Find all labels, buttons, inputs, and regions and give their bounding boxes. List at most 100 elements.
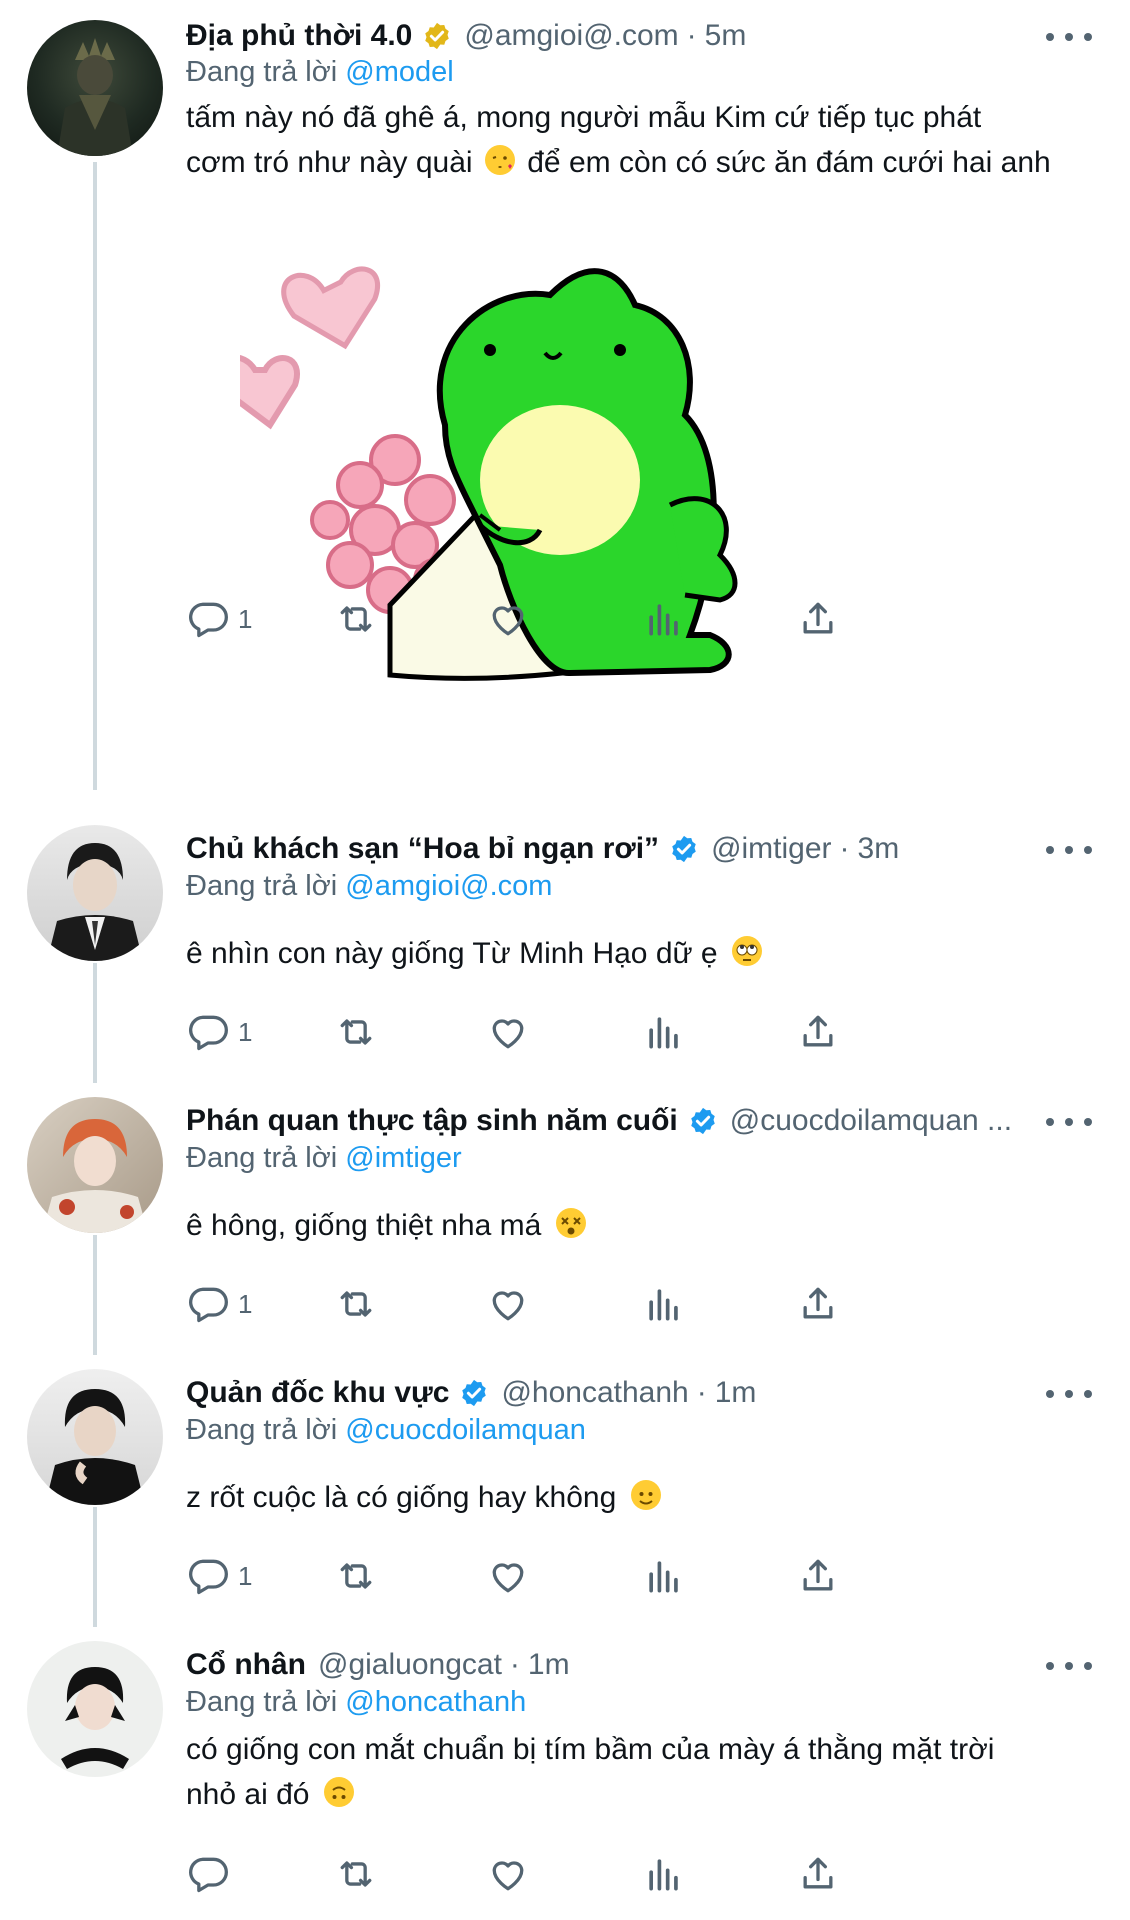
more-options-icon[interactable] [1046, 1379, 1092, 1409]
views-button[interactable] [642, 1280, 686, 1328]
thread-connector [93, 1235, 97, 1355]
rolling-eyes-face-icon [731, 936, 762, 966]
handle[interactable]: @cuocdoilamquan ... [730, 1104, 1012, 1138]
like-button[interactable] [486, 1280, 530, 1328]
tweet-text: z rốt cuộc là có giống hay không [186, 1475, 1096, 1520]
like-button[interactable] [486, 595, 530, 643]
tweet-1[interactable]: Địa phủ thời 4.0 @amgioi@.com · 5m Đang … [0, 0, 1130, 790]
views-button[interactable] [642, 1552, 686, 1600]
more-options-icon[interactable] [1046, 835, 1092, 865]
text-line: tấm này nó đã ghê á, mong người mẫu Kim … [186, 101, 982, 134]
like-button[interactable] [486, 1552, 530, 1600]
mention-link[interactable]: @imtiger [345, 1142, 461, 1174]
share-button[interactable] [796, 1552, 840, 1600]
replying-to: Đang trả lời @amgioi@.com [186, 870, 552, 903]
views-button[interactable] [642, 595, 686, 643]
views-button[interactable] [642, 1850, 686, 1898]
replying-prefix: Đang trả lời [186, 1414, 338, 1446]
views-icon [649, 1561, 678, 1593]
reply-button[interactable]: 1 [186, 1280, 252, 1328]
avatar[interactable] [27, 825, 163, 961]
tweet-5[interactable]: Cổ nhân @gialuongcat · 1m Đang trả lời @… [0, 1629, 1130, 1920]
replying-to: Đang trả lời @honcathanh [186, 1686, 526, 1719]
retweet-icon [340, 1291, 372, 1317]
handle[interactable]: @imtiger [711, 832, 831, 866]
reply-count: 1 [238, 1016, 253, 1047]
display-name[interactable]: Phán quan thực tập sinh năm cuối [186, 1104, 678, 1138]
reply-icon [189, 602, 228, 638]
tweet-3[interactable]: Phán quan thực tập sinh năm cuối @cuocdo… [0, 1085, 1130, 1355]
timestamp[interactable]: 5m [705, 19, 747, 53]
share-icon [803, 1287, 833, 1319]
share-icon [803, 1015, 833, 1047]
views-icon [649, 604, 678, 636]
more-options-icon[interactable] [1046, 1651, 1092, 1681]
mention-link[interactable]: @amgioi@.com [345, 870, 552, 902]
tweet-2[interactable]: Chủ khách sạn “Hoa bỉ ngạn rơi” @imtiger… [0, 813, 1130, 1083]
like-icon [492, 606, 524, 636]
text-line: cơm tró như này quài để em còn có sức ăn… [186, 145, 1051, 179]
tweet-actions [186, 1850, 1006, 1898]
display-name[interactable]: Chủ khách sạn “Hoa bỉ ngạn rơi” [186, 832, 659, 866]
tweet-actions: 1 [186, 1280, 1006, 1328]
mention-link[interactable]: @cuocdoilamquan [345, 1414, 586, 1446]
share-button[interactable] [796, 1008, 840, 1056]
tweet-4[interactable]: Quản đốc khu vực @honcathanh · 1m Đang t… [0, 1357, 1130, 1627]
more-options-icon[interactable] [1046, 1107, 1092, 1137]
share-icon [803, 1857, 833, 1889]
views-button[interactable] [642, 1008, 686, 1056]
more-options-icon[interactable] [1046, 22, 1092, 52]
tweet-actions: 1 [186, 1552, 1006, 1600]
handle[interactable]: @gialuongcat [318, 1648, 502, 1682]
mention-link[interactable]: @honcathanh [345, 1686, 526, 1718]
reply-icon [189, 1559, 228, 1595]
retweet-icon [340, 1563, 372, 1589]
retweet-button[interactable] [334, 595, 378, 643]
retweet-button[interactable] [334, 1280, 378, 1328]
separator-dot: · [686, 19, 697, 52]
reply-count: 1 [238, 1288, 253, 1319]
views-icon [649, 1017, 678, 1049]
thread-connector [93, 162, 97, 790]
display-name[interactable]: Quản đốc khu vực [186, 1376, 449, 1410]
avatar[interactable] [27, 20, 163, 156]
avatar[interactable] [27, 1369, 163, 1505]
share-button[interactable] [796, 595, 840, 643]
reply-button[interactable]: 1 [186, 1008, 252, 1056]
slightly-smiling-face-icon [630, 1480, 661, 1510]
like-icon [492, 1291, 524, 1321]
reply-button[interactable] [186, 1850, 238, 1898]
retweet-button[interactable] [334, 1008, 378, 1056]
display-name[interactable]: Cổ nhân [186, 1648, 306, 1682]
timestamp[interactable]: 1m [715, 1376, 757, 1410]
separator-dot: · [509, 1648, 520, 1681]
blue-verified-badge-icon [462, 1379, 487, 1407]
text-line: nhỏ ai đó [186, 1772, 1096, 1817]
avatar[interactable] [27, 1641, 163, 1777]
retweet-button[interactable] [334, 1850, 378, 1898]
timestamp[interactable]: 1m [528, 1648, 570, 1682]
share-button[interactable] [796, 1280, 840, 1328]
reply-button[interactable]: 1 [186, 595, 252, 643]
retweet-icon [340, 1861, 372, 1887]
mention-link[interactable]: @model [345, 56, 453, 88]
display-name[interactable]: Địa phủ thời 4.0 [186, 19, 412, 53]
tweet-actions: 1 [186, 1008, 1006, 1056]
frog-with-flowers-sticker[interactable] [240, 245, 920, 735]
handle[interactable]: @honcathanh [501, 1376, 688, 1410]
timestamp[interactable]: 3m [858, 832, 900, 866]
avatar[interactable] [27, 1097, 163, 1233]
like-button[interactable] [486, 1008, 530, 1056]
gold-verified-badge-icon [425, 22, 450, 50]
handle[interactable]: @amgioi@.com [464, 19, 678, 53]
like-button[interactable] [486, 1850, 530, 1898]
retweet-button[interactable] [334, 1552, 378, 1600]
tweet-header: Cổ nhân @gialuongcat · 1m [186, 1643, 570, 1687]
share-button[interactable] [796, 1850, 840, 1898]
replying-to: Đang trả lời @model [186, 56, 454, 89]
like-icon [492, 1861, 524, 1891]
reply-button[interactable]: 1 [186, 1552, 252, 1600]
text-line: có giống con mắt chuẩn bị tím bầm của mà… [186, 1733, 995, 1766]
thread-connector [93, 1507, 97, 1627]
blue-verified-badge-icon [672, 835, 696, 863]
